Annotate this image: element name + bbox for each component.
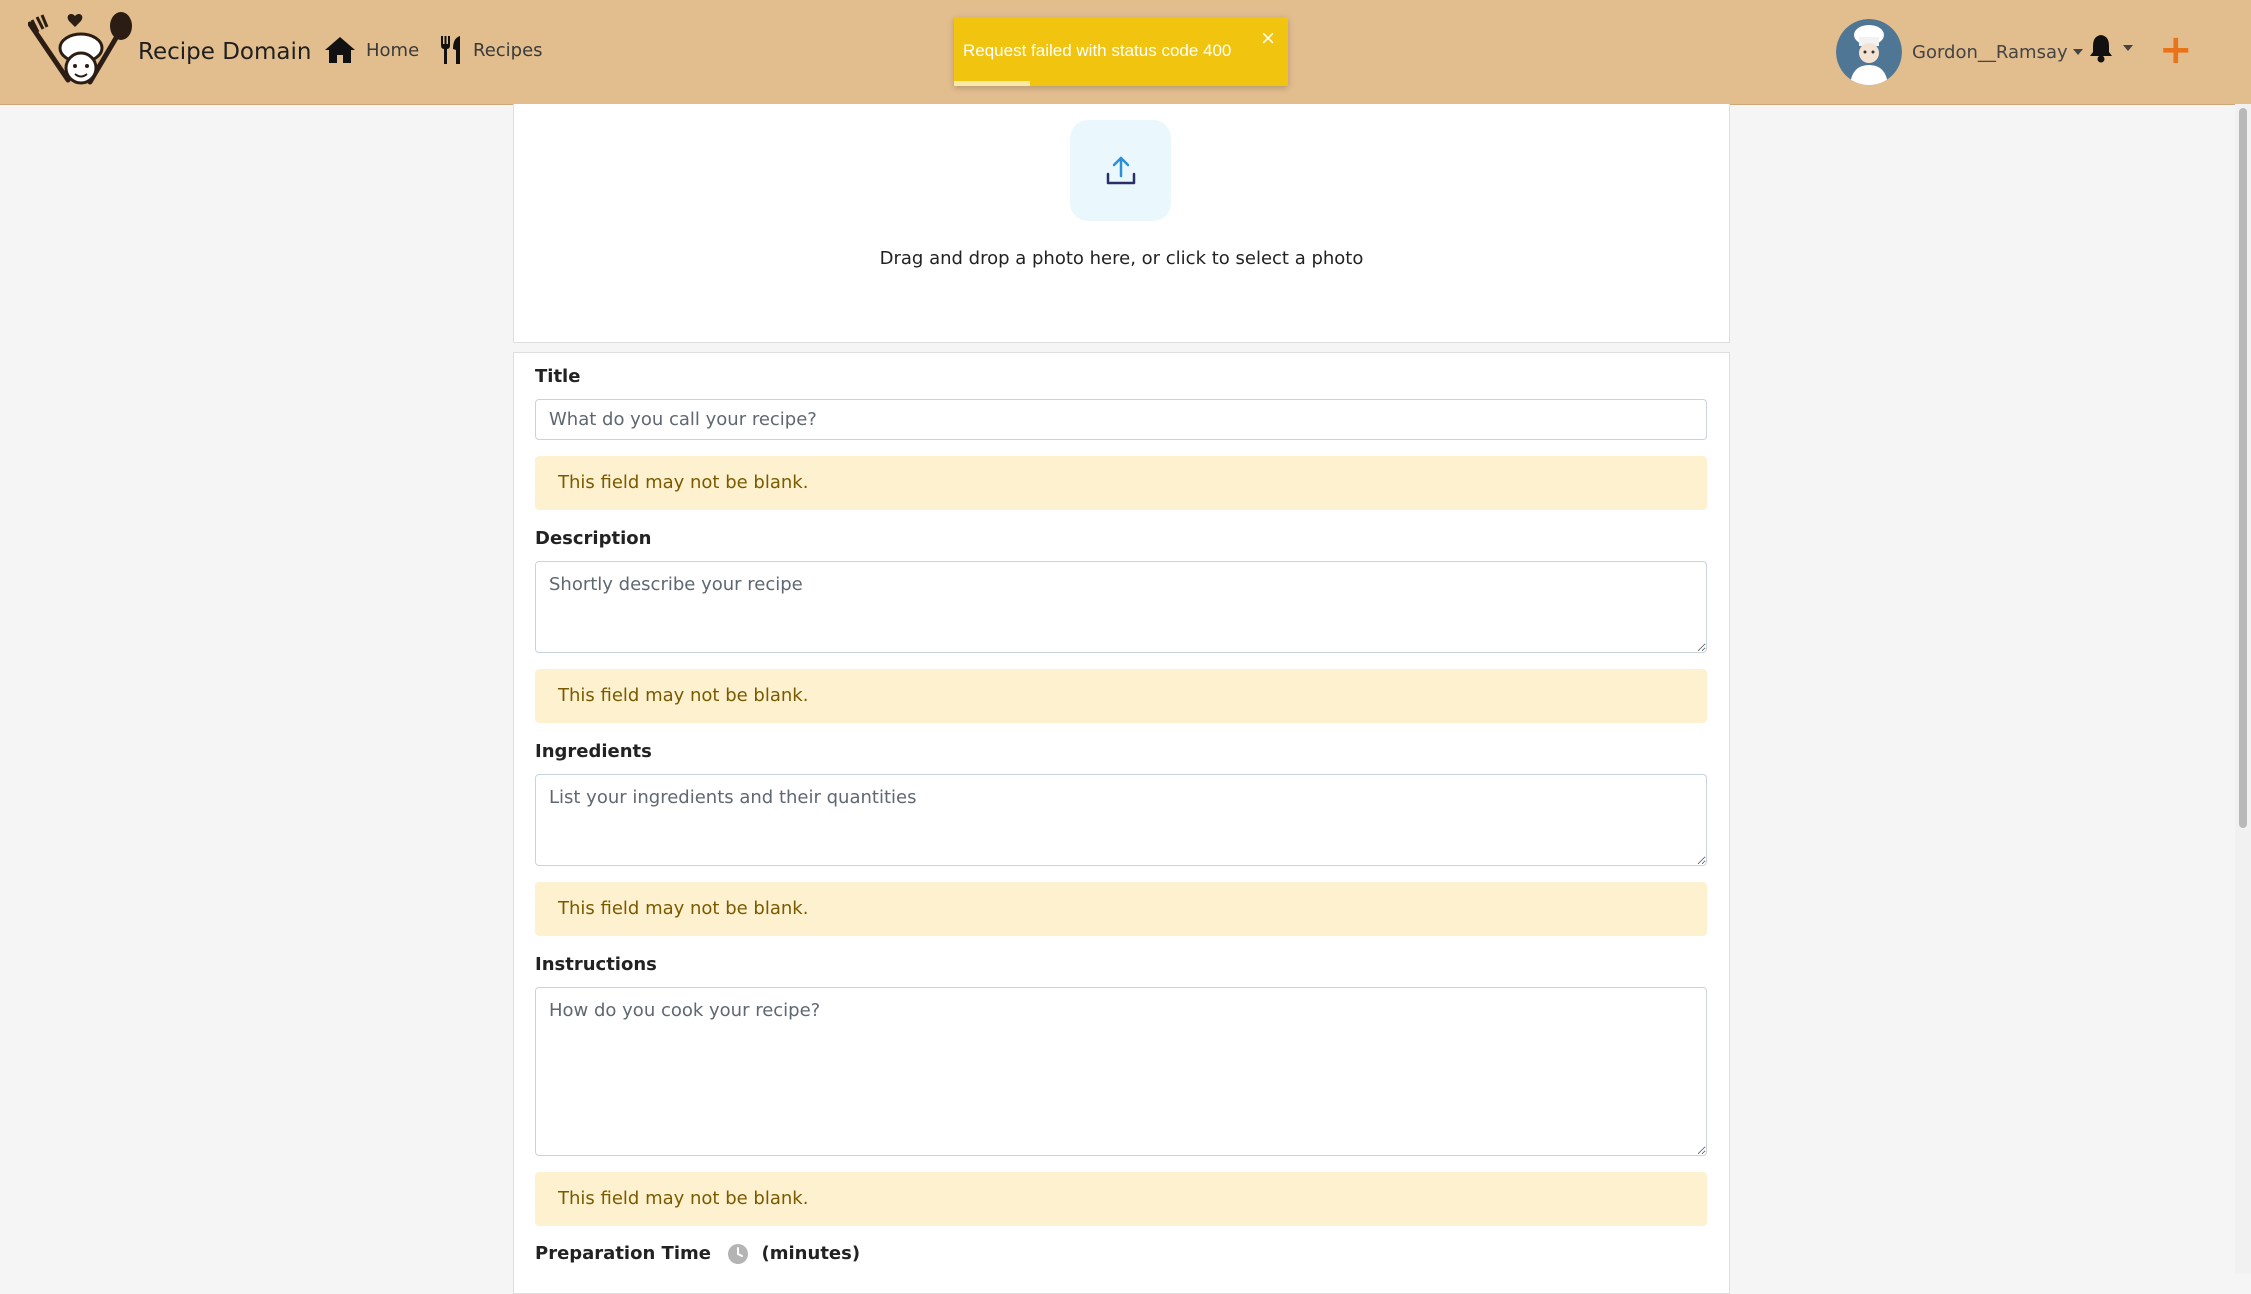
recipe-form: Title This field may not be blank. Descr…: [513, 352, 1730, 1294]
upload-button[interactable]: [1070, 120, 1171, 221]
plus-icon[interactable]: +: [2159, 28, 2193, 72]
instructions-error-alert: This field may not be blank.: [535, 1172, 1707, 1226]
brand-name: Recipe Domain: [138, 39, 312, 65]
description-textarea[interactable]: [535, 561, 1707, 653]
prep-time-label-text: Preparation Time: [535, 1243, 711, 1264]
home-icon: [325, 37, 355, 63]
chevron-down-icon: [2072, 49, 2083, 55]
toast-progress-bar: [954, 81, 1030, 86]
prep-time-label: Preparation Time (minutes): [535, 1243, 860, 1265]
avatar: [1836, 19, 1902, 85]
scrollbar-thumb[interactable]: [2239, 108, 2247, 828]
upload-icon: [1106, 156, 1135, 184]
chevron-down-icon: [2123, 45, 2133, 51]
ingredients-label: Ingredients: [535, 741, 652, 762]
chef-avatar-icon: [1836, 19, 1902, 85]
photo-dropzone[interactable]: Drag and drop a photo here, or click to …: [513, 104, 1730, 343]
title-input[interactable]: [535, 399, 1707, 440]
ingredients-textarea[interactable]: [535, 774, 1707, 866]
clock-icon: [728, 1244, 749, 1264]
page-scrollbar[interactable]: [2235, 104, 2251, 1274]
description-label: Description: [535, 528, 652, 549]
toast-message: Request failed with status code 400: [963, 41, 1232, 60]
dropzone-instructions: Drag and drop a photo here, or click to …: [879, 248, 1364, 269]
description-error-alert: This field may not be blank.: [535, 669, 1707, 723]
title-error-alert: This field may not be blank.: [535, 456, 1707, 510]
utensils-icon: [441, 36, 460, 64]
instructions-label: Instructions: [535, 954, 657, 975]
instructions-textarea[interactable]: [535, 987, 1707, 1156]
username: Gordon__Ramsay: [1912, 41, 2068, 63]
notifications-toggle[interactable]: [2088, 33, 2133, 63]
close-icon[interactable]: ×: [1260, 27, 1276, 49]
ingredients-error-alert: This field may not be blank.: [535, 882, 1707, 936]
bell-icon: [2090, 35, 2112, 63]
nav-home-link[interactable]: Home: [324, 30, 419, 70]
title-label: Title: [535, 366, 581, 387]
nav-recipes-link[interactable]: Recipes: [439, 30, 543, 70]
brand-link[interactable]: Recipe Domain: [28, 10, 311, 94]
user-menu-toggle[interactable]: Gordon__Ramsay: [1836, 17, 2083, 87]
prep-time-unit: (minutes): [761, 1243, 861, 1264]
nav-home-label: Home: [366, 39, 420, 61]
chef-logo-icon: [28, 12, 132, 85]
nav-recipes-label: Recipes: [473, 39, 543, 61]
error-toast: Request failed with status code 400 ×: [954, 17, 1288, 86]
